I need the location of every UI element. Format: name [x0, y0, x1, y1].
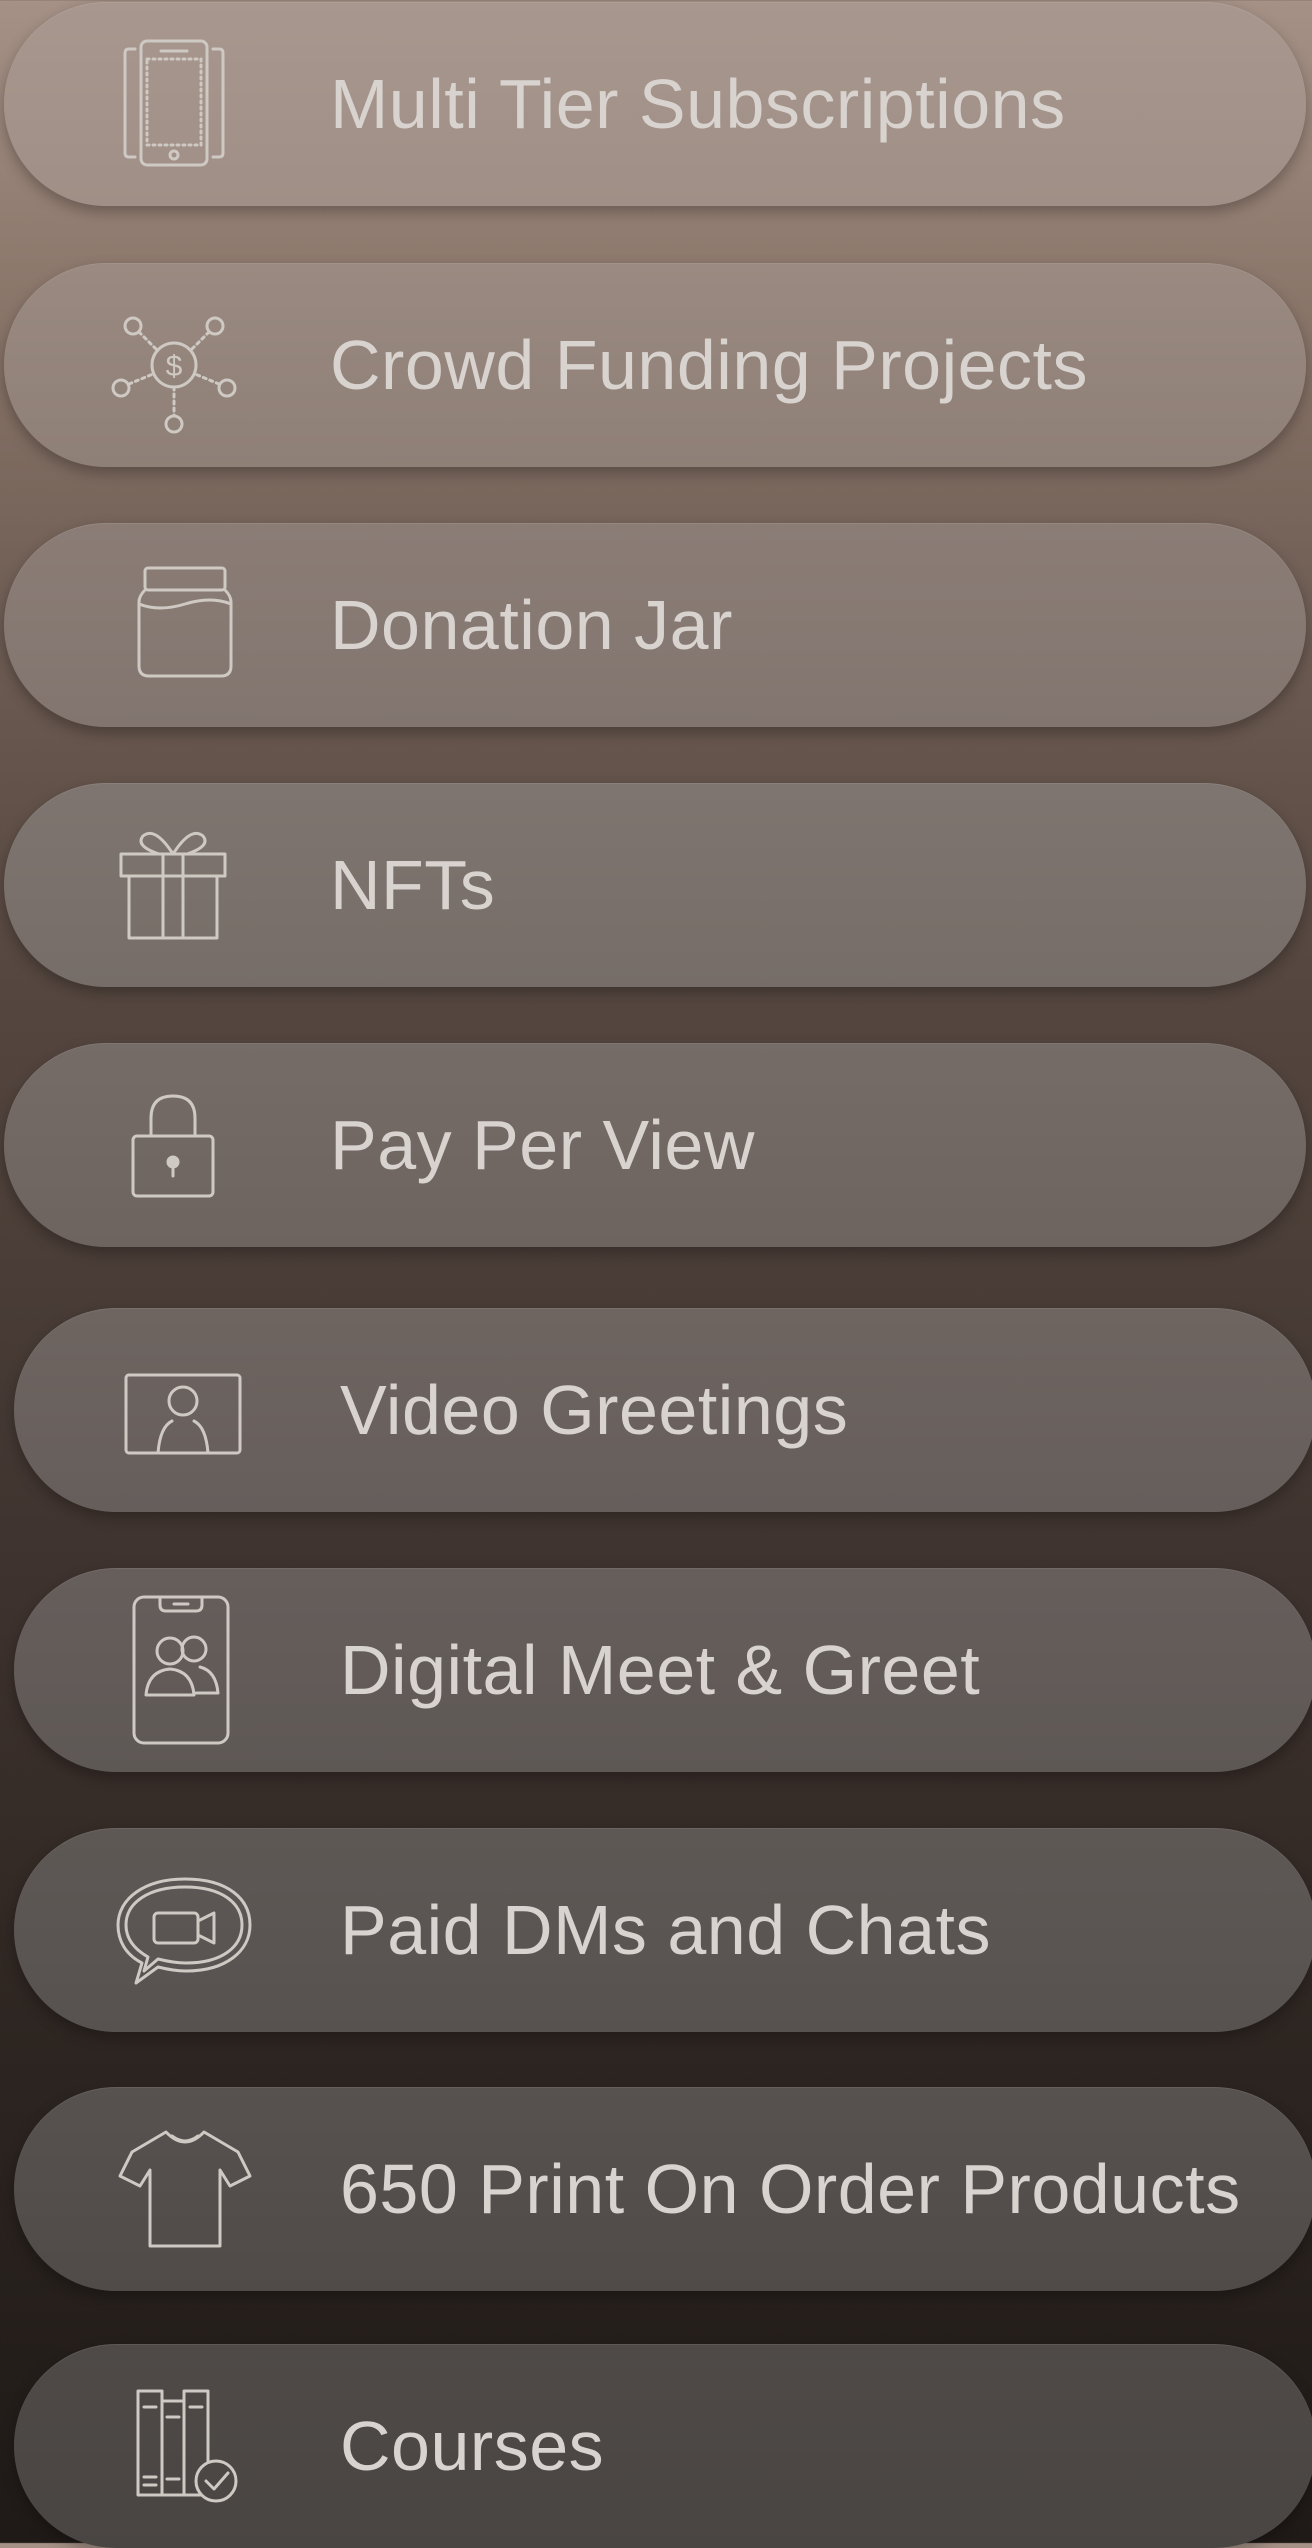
feature-item-video-greetings[interactable]: Video Greetings — [14, 1308, 1312, 1512]
lock-icon — [99, 1070, 249, 1220]
feature-item-label: NFTs — [330, 846, 496, 924]
jar-icon — [99, 550, 249, 700]
feature-item-multi-tier-subscriptions[interactable]: Multi Tier Subscriptions — [4, 2, 1306, 206]
feature-item-label: Pay Per View — [330, 1106, 755, 1184]
feature-item-label: Video Greetings — [340, 1371, 849, 1449]
chat-video-icon — [110, 1855, 260, 2005]
feature-item-label: Crowd Funding Projects — [330, 326, 1088, 404]
svg-text:$: $ — [166, 350, 183, 383]
feature-item-nfts[interactable]: NFTs — [4, 783, 1306, 987]
feature-item-label: Donation Jar — [330, 586, 733, 664]
feature-item-paid-dms-and-chats[interactable]: Paid DMs and Chats — [14, 1828, 1312, 2032]
video-person-icon — [110, 1335, 260, 1485]
feature-item-print-on-order-products[interactable]: 650 Print On Order Products — [14, 2087, 1312, 2291]
feature-item-digital-meet-and-greet[interactable]: Digital Meet & Greet — [14, 1568, 1312, 1772]
feature-item-donation-jar[interactable]: Donation Jar — [4, 523, 1306, 727]
feature-item-label: Courses — [340, 2407, 605, 2485]
books-check-icon — [110, 2371, 260, 2521]
phone-people-icon — [110, 1595, 260, 1745]
feature-item-courses[interactable]: Courses — [14, 2344, 1312, 2548]
feature-item-label: 650 Print On Order Products — [340, 2150, 1241, 2228]
gift-icon — [99, 810, 249, 960]
feature-list: Multi Tier Subscriptions $ Crowd Funding… — [0, 0, 1312, 2548]
feature-item-crowd-funding-projects[interactable]: $ Crowd Funding Projects — [4, 263, 1306, 467]
feature-item-label: Multi Tier Subscriptions — [330, 65, 1066, 143]
crowdfunding-network-icon: $ — [99, 290, 249, 440]
tshirt-icon — [110, 2114, 260, 2264]
tablet-icon — [99, 29, 249, 179]
feature-item-label: Paid DMs and Chats — [340, 1891, 991, 1969]
feature-item-pay-per-view[interactable]: Pay Per View — [4, 1043, 1306, 1247]
feature-item-label: Digital Meet & Greet — [340, 1631, 981, 1709]
